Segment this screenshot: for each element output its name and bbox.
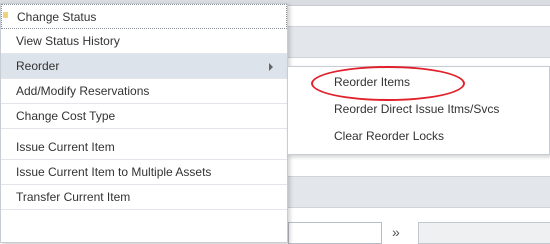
menu-item-label: Transfer Current Item xyxy=(16,190,131,204)
menu-item-label: Add/Modify Reservations xyxy=(16,84,150,98)
reorder-submenu: Reorder Items Reorder Direct Issue Itms/… xyxy=(287,66,550,155)
submenu-item-label: Clear Reorder Locks xyxy=(334,129,445,143)
context-menu: Change Status View Status History Reorde… xyxy=(0,3,288,243)
menu-item-label: Change Cost Type xyxy=(16,109,116,123)
submenu-item-clear-reorder-locks[interactable]: Clear Reorder Locks xyxy=(288,123,549,150)
menu-item-label: View Status History xyxy=(16,34,120,48)
submenu-item-label: Reorder Items xyxy=(334,75,411,89)
menu-item-transfer-current-item[interactable]: Transfer Current Item xyxy=(1,185,287,210)
menu-item-label: Reorder xyxy=(16,59,60,73)
section-header-bar xyxy=(288,26,550,58)
menu-item-change-status[interactable]: Change Status xyxy=(1,4,287,29)
menu-item-add-modify-reservations[interactable]: Add/Modify Reservations xyxy=(1,79,287,104)
menu-item-view-status-history[interactable]: View Status History xyxy=(1,29,287,54)
menu-item-label: Issue Current Item xyxy=(16,140,115,154)
menu-item-label: Change Status xyxy=(17,10,97,24)
chevron-double-right-icon[interactable]: » xyxy=(392,222,406,242)
menu-item-change-cost-type[interactable]: Change Cost Type xyxy=(1,104,287,129)
menu-item-issue-current-item-multiple-assets[interactable]: Issue Current Item to Multiple Assets xyxy=(1,160,287,185)
submenu-item-reorder-items[interactable]: Reorder Items xyxy=(288,69,549,96)
menu-item-issue-current-item[interactable]: Issue Current Item xyxy=(1,135,287,160)
menu-item-reorder[interactable]: Reorder xyxy=(1,54,287,79)
submenu-item-label: Reorder Direct Issue Itms/Svcs xyxy=(334,102,500,116)
submenu-item-reorder-direct-issue[interactable]: Reorder Direct Issue Itms/Svcs xyxy=(288,96,549,123)
submenu-arrow-icon xyxy=(269,63,273,71)
menu-item-label: Issue Current Item to Multiple Assets xyxy=(16,165,212,179)
section-header-bar xyxy=(288,176,550,208)
